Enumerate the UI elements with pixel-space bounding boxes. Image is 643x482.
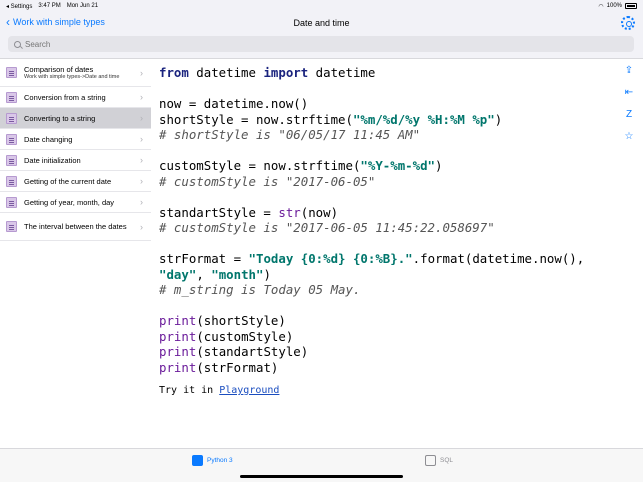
document-icon xyxy=(6,154,17,166)
back-button[interactable]: ‹ Work with simple types xyxy=(6,16,105,28)
status-date: Mon Jun 21 xyxy=(66,2,99,9)
chevron-left-icon: ‹ xyxy=(6,15,10,29)
code-comment: # shortStyle is "06/05/17 11:45 AM" xyxy=(159,127,421,142)
code-text: shortStyle xyxy=(203,313,279,328)
sidebar-item-label: Comparison of dates xyxy=(24,64,94,74)
document-icon xyxy=(6,91,17,103)
sidebar-item-year-month-day[interactable]: Getting of year, month, day › xyxy=(0,192,151,213)
code-block: from datetime import datetime now = date… xyxy=(159,65,585,375)
wifi-icon: ◠ xyxy=(598,3,604,10)
chevron-right-icon: › xyxy=(140,197,143,207)
code-text: .format(datetime.now(), xyxy=(412,251,585,266)
battery-percent: 100% xyxy=(606,3,622,9)
chevron-right-icon: › xyxy=(140,221,143,232)
python-icon xyxy=(192,455,203,466)
code-text: (now) xyxy=(300,204,339,220)
code-builtin: print xyxy=(159,359,197,375)
nav-bar: ‹ Work with simple types Date and time xyxy=(0,12,643,34)
chevron-right-icon: › xyxy=(140,92,143,102)
tab-label: SQL xyxy=(440,457,454,464)
try-prefix: Try it in xyxy=(159,385,220,396)
sidebar-item-date-changing[interactable]: Date changing › xyxy=(0,129,151,150)
code-builtin: str xyxy=(278,204,301,220)
document-icon xyxy=(6,196,17,208)
document-icon xyxy=(6,133,17,145)
document-icon xyxy=(6,67,17,78)
search-bar[interactable] xyxy=(8,36,634,52)
back-label: Work with simple types xyxy=(13,17,105,27)
sidebar-item-comparison-of-dates[interactable]: Comparison of dates Work with simple typ… xyxy=(0,59,151,87)
code-string: "%Y-%m-%d" xyxy=(360,158,436,173)
document-icon xyxy=(6,112,17,124)
code-text: shortStyle = now.strftime( xyxy=(159,111,353,127)
database-icon xyxy=(425,455,436,466)
chevron-right-icon: › xyxy=(140,155,143,165)
gear-icon[interactable] xyxy=(621,16,635,30)
search-input[interactable] xyxy=(25,39,605,49)
code-text: customStyle xyxy=(203,328,286,344)
search-icon xyxy=(14,40,21,48)
sidebar-item-label: Converting to a string xyxy=(24,113,96,123)
code-text: strFormat = xyxy=(159,251,249,266)
code-text: ) xyxy=(494,111,503,127)
battery-icon xyxy=(625,3,637,9)
code-comment: # customStyle is "2017-06-05 11:45:22.05… xyxy=(159,220,495,235)
sidebar-item-label: The interval between the dates xyxy=(24,222,127,231)
sidebar-item-label: Conversion from a string xyxy=(24,92,106,102)
code-comment: # customStyle is "2017-06-05" xyxy=(159,173,376,189)
sort-icon[interactable]: Z xyxy=(623,109,635,121)
chevron-right-icon: › xyxy=(140,134,143,144)
code-text: datetime xyxy=(188,65,264,80)
status-bar: ◂ Settings 3:47 PM Mon Jun 21 ◠ 100% xyxy=(0,0,643,12)
sidebar-item-conversion-from-string[interactable]: Conversion from a string › xyxy=(0,87,151,108)
sidebar-item-label: Date changing xyxy=(24,134,73,144)
code-panel: from datetime import datetime now = date… xyxy=(151,58,643,448)
code-text: customStyle = now.strftime( xyxy=(159,158,361,173)
code-text: ) xyxy=(435,158,443,173)
sidebar: Comparison of dates Work with simple typ… xyxy=(0,58,151,448)
document-icon xyxy=(6,175,17,187)
document-icon xyxy=(6,221,17,232)
chevron-right-icon: › xyxy=(140,176,143,186)
code-text: standartStyle = xyxy=(159,204,279,220)
share-icon[interactable]: ⇪ xyxy=(623,65,635,77)
sidebar-item-converting-to-string[interactable]: Converting to a string › xyxy=(0,108,151,129)
sidebar-item-label: Getting of the current date xyxy=(24,176,112,186)
collapse-icon[interactable]: ⇤ xyxy=(623,87,635,99)
code-string: "day" xyxy=(159,266,197,282)
code-text: standartStyle xyxy=(203,344,301,359)
star-icon[interactable]: ☆ xyxy=(623,131,635,143)
code-builtin: print xyxy=(159,344,197,359)
code-string: "month" xyxy=(211,266,264,282)
code-builtin: print xyxy=(159,313,197,328)
code-string: "%m/%d/%y %H:%M %p" xyxy=(352,111,495,127)
code-keyword: from xyxy=(159,65,189,80)
chevron-right-icon: › xyxy=(140,113,143,123)
code-keyword: import xyxy=(263,65,309,80)
code-line: now = datetime.now() xyxy=(159,96,309,111)
sidebar-item-label: Date initialization xyxy=(24,155,81,165)
home-indicator xyxy=(240,475,403,478)
code-builtin: print xyxy=(159,328,197,344)
code-text: ) xyxy=(263,266,271,282)
code-string: "Today {0:%d} {0:%B}." xyxy=(248,251,413,266)
status-carrier[interactable]: ◂ Settings xyxy=(6,3,32,10)
code-comment: # m_string is Today 05 May. xyxy=(159,282,361,297)
tab-python3[interactable]: Python 3 xyxy=(192,455,233,466)
status-time: 3:47 PM xyxy=(38,2,61,9)
try-it-line: Try it in Playground xyxy=(159,385,279,396)
sidebar-item-date-initialization[interactable]: Date initialization › xyxy=(0,150,151,171)
code-text: , xyxy=(196,266,212,282)
code-text: strFormat xyxy=(203,359,271,375)
chevron-right-icon: › xyxy=(140,67,143,78)
sidebar-item-current-date[interactable]: Getting of the current date › xyxy=(0,171,151,192)
tab-sql[interactable]: SQL xyxy=(425,455,453,466)
code-text: datetime xyxy=(308,65,376,80)
sidebar-item-label: Getting of year, month, day xyxy=(24,197,115,207)
tab-label: Python 3 xyxy=(207,457,233,464)
sidebar-item-subtitle: Work with simple types->Date and time xyxy=(24,73,120,80)
playground-link[interactable]: Playground xyxy=(219,385,279,396)
sidebar-item-interval-between-dates[interactable]: The interval between the dates › xyxy=(0,213,151,241)
